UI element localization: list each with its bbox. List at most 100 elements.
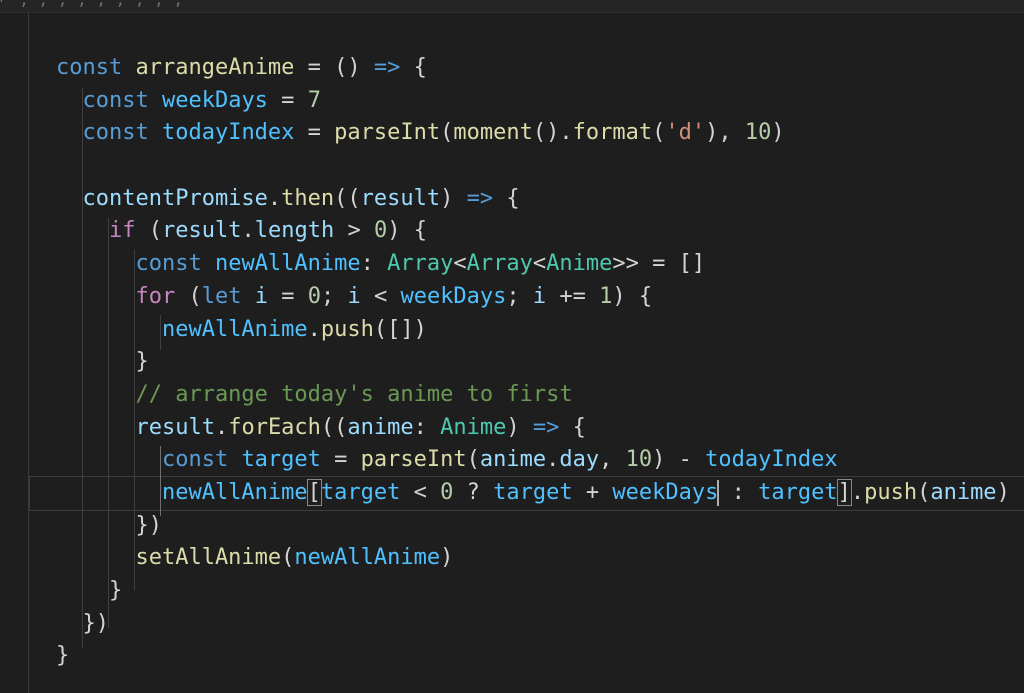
code-token: if <box>56 218 136 244</box>
code-area[interactable]: const arrangeAnime = () => { const weekD… <box>29 52 1024 673</box>
code-token: } <box>56 578 123 603</box>
code-token: += <box>546 283 600 309</box>
code-token: newAllAnime <box>294 545 441 571</box>
code-line[interactable]: const target = parseInt(anime.day, 10) -… <box>56 444 1024 477</box>
code-token: < <box>360 283 401 309</box>
code-token: day <box>559 447 600 473</box>
code-token: 'd' <box>665 120 706 146</box>
code-token: : <box>718 479 759 505</box>
indent-guide <box>108 218 109 628</box>
code-token: let <box>201 283 255 309</box>
code-token: const <box>56 55 136 80</box>
code-token: : <box>413 414 441 440</box>
code-token: ? <box>453 479 494 505</box>
indent-guide <box>160 315 161 350</box>
code-token: . <box>267 185 282 211</box>
code-line[interactable]: } <box>56 346 1024 379</box>
code-token: ) - <box>652 447 706 473</box>
code-token: + <box>572 479 613 505</box>
code-token: >> = [] <box>612 251 706 277</box>
code-token: target <box>758 479 838 505</box>
code-token: ( <box>466 447 480 473</box>
code-line[interactable] <box>56 150 1024 183</box>
matched-bracket: [ <box>306 478 322 506</box>
code-line[interactable]: contentPromise.then((result) => { <box>56 183 1024 216</box>
code-token: ; <box>506 283 533 309</box>
code-token: = <box>294 120 335 146</box>
code-token: = () <box>294 55 374 80</box>
code-token: weekDays <box>161 87 268 113</box>
code-token: . <box>546 447 560 473</box>
code-token: . <box>214 414 229 440</box>
code-token: { <box>400 55 427 80</box>
code-token: forEach <box>228 414 321 440</box>
code-line[interactable]: for (let i = 0; i < weekDays; i += 1) { <box>56 281 1024 314</box>
code-token: ) { <box>612 283 653 309</box>
code-token: Anime <box>440 414 507 440</box>
code-token: 10 <box>625 447 653 473</box>
code-token: anime <box>347 414 414 440</box>
code-token: ) <box>996 479 1010 505</box>
code-token: ) <box>440 185 467 211</box>
editor-gutter-border <box>28 13 29 693</box>
code-token: Array <box>466 251 533 277</box>
code-line[interactable]: }) <box>56 510 1024 543</box>
code-line[interactable]: } <box>56 640 1024 673</box>
code-token: ) { <box>387 218 427 244</box>
code-token: weekDays <box>400 283 507 309</box>
code-token: > <box>334 218 374 244</box>
code-token: anime <box>479 447 547 473</box>
code-token: todayIndex <box>161 120 295 146</box>
partial-code-line: ⌐ , , , , , , , , , <box>0 0 183 9</box>
code-line[interactable]: const newAllAnime: Array<Array<Anime>> =… <box>56 248 1024 281</box>
indent-guide <box>82 88 83 648</box>
code-token: . <box>850 479 865 505</box>
code-token: arrangeAnime <box>135 55 295 80</box>
code-token: . <box>307 316 321 342</box>
code-editor[interactable]: ⌐ , , , , , , , , , const arrangeAnime =… <box>0 0 1024 693</box>
code-token: (( <box>334 185 361 211</box>
code-token: 7 <box>307 87 321 113</box>
code-token: = <box>267 87 308 113</box>
code-token: => <box>466 185 494 211</box>
code-token: (). <box>532 120 573 146</box>
code-line[interactable]: }) <box>56 608 1024 641</box>
code-line[interactable]: result.forEach((anime: Anime) => { <box>56 412 1024 445</box>
code-token: i <box>347 283 361 309</box>
code-line[interactable]: } <box>56 575 1024 608</box>
code-line-current[interactable]: newAllAnime[target < 0 ? target + weekDa… <box>29 475 1024 511</box>
code-token: result <box>360 185 441 211</box>
code-token: ) <box>771 120 785 146</box>
code-token: ( <box>652 120 666 146</box>
code-token: moment <box>453 120 533 146</box>
code-token: => <box>373 55 401 80</box>
code-token: ( <box>175 283 202 309</box>
code-token: 0 <box>307 283 321 309</box>
code-token: const <box>56 251 215 277</box>
code-line[interactable]: newAllAnime.push([]) <box>56 314 1024 347</box>
code-line[interactable]: const todayIndex = parseInt(moment().for… <box>56 117 1024 150</box>
code-token: push <box>320 316 374 342</box>
code-token: Array <box>387 251 454 277</box>
code-token: const <box>56 87 162 113</box>
code-token: ( <box>135 218 162 244</box>
code-token: ( <box>917 479 931 505</box>
code-line[interactable]: // arrange today's anime to first <box>56 379 1024 412</box>
code-line[interactable]: if (result.length > 0) { <box>56 215 1024 248</box>
code-token: push <box>864 479 918 505</box>
code-token: { <box>493 185 520 211</box>
code-token: weekDays <box>612 479 719 505</box>
matched-bracket: ] <box>836 478 852 506</box>
code-token: newAllAnime <box>56 479 308 505</box>
code-token: target <box>320 479 401 505</box>
code-token: Anime <box>546 251 613 277</box>
code-line[interactable]: const weekDays = 7 <box>56 85 1024 118</box>
code-token: contentPromise <box>56 185 268 211</box>
code-line[interactable]: setAllAnime(newAllAnime) <box>56 542 1024 575</box>
code-token: ; <box>320 283 348 309</box>
code-token: 1 <box>599 283 613 309</box>
code-token: = <box>320 447 361 473</box>
code-token: ) <box>506 414 533 440</box>
code-line[interactable]: const arrangeAnime = () => { <box>56 52 1024 85</box>
code-token: i <box>254 283 268 309</box>
